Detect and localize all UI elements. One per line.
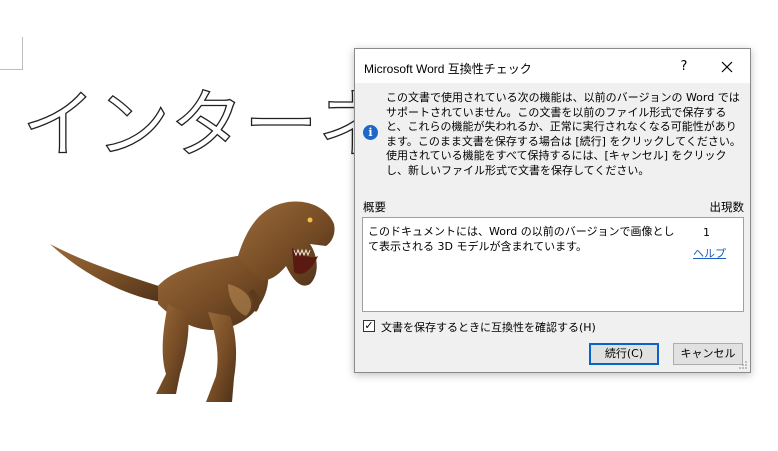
issue-list[interactable]: このドキュメントには、Word の以前のバージョンで画像として表示される 3D …	[362, 217, 744, 312]
issue-description: このドキュメントには、Word の以前のバージョンで画像として表示される 3D …	[368, 225, 675, 253]
check-compatibility-checkbox[interactable]: ✓	[363, 320, 375, 332]
summary-column-header: 概要	[363, 200, 386, 214]
tyrannosaurus-3d-model[interactable]	[48, 194, 338, 414]
information-icon: i	[363, 125, 378, 140]
outline-heading-text[interactable]: インターネット	[21, 72, 540, 182]
issue-help-link[interactable]: ヘルプ	[693, 245, 726, 261]
dialog-title: Microsoft Word 互換性チェック	[364, 62, 532, 76]
continue-button[interactable]: 続行(C)	[589, 343, 659, 365]
count-column-header: 出現数	[709, 200, 745, 214]
close-button[interactable]	[711, 55, 743, 77]
check-compatibility-label[interactable]: 文書を保存するときに互換性を確認する(H)	[381, 319, 596, 335]
issue-count: 1	[703, 226, 710, 239]
resize-grip-icon[interactable]	[738, 360, 748, 370]
close-icon	[721, 61, 733, 72]
page-margin-marker	[0, 37, 23, 70]
cancel-button[interactable]: キャンセル	[673, 343, 743, 365]
help-button[interactable]: ?	[673, 57, 695, 77]
dialog-message: この文書で使用されている次の機能は、以前のバージョンの Word ではサポートさ…	[386, 91, 741, 177]
dialog-titlebar[interactable]: Microsoft Word 互換性チェック ?	[355, 49, 750, 83]
compatibility-checker-dialog: Microsoft Word 互換性チェック ? i この文書で使用されている次…	[354, 48, 751, 373]
